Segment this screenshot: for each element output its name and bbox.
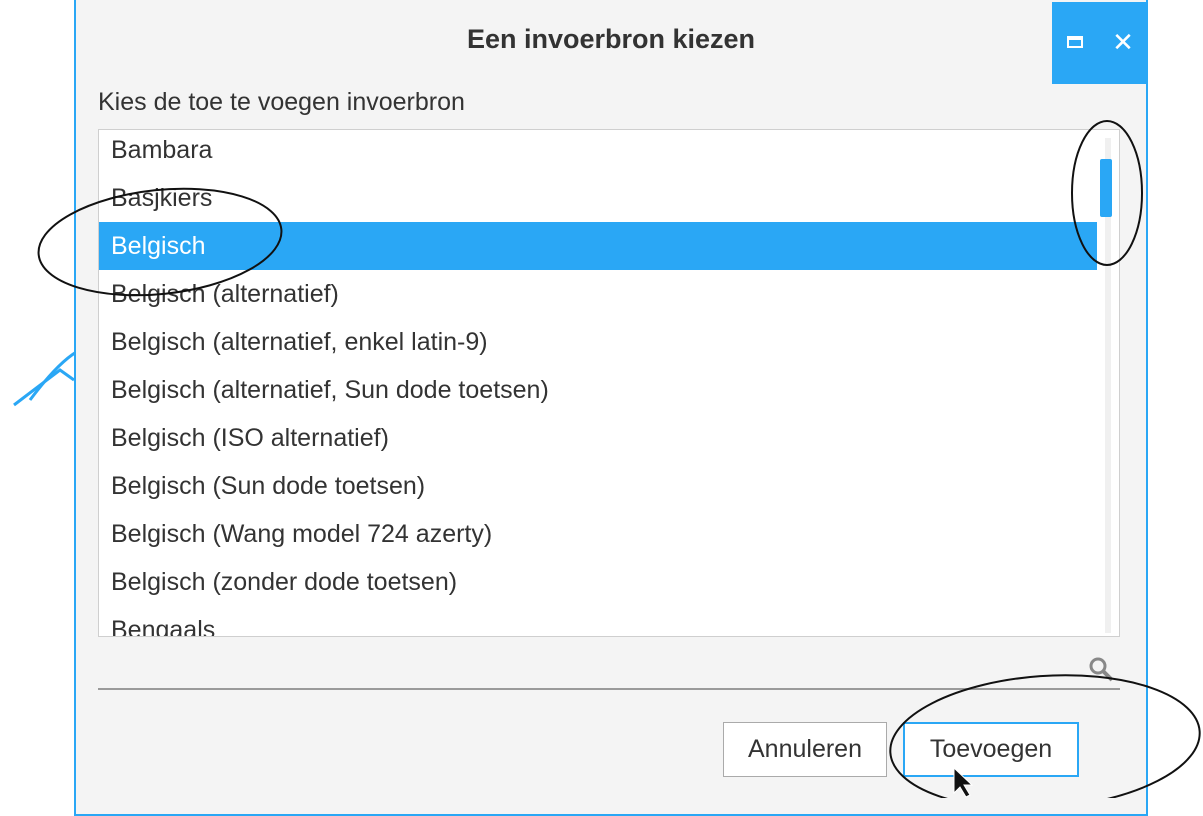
- list-item[interactable]: Belgisch: [99, 222, 1097, 270]
- search-icon: [1089, 657, 1114, 682]
- list-item[interactable]: Belgisch (Wang model 724 azerty): [99, 510, 1097, 558]
- close-button[interactable]: ✕: [1099, 2, 1146, 84]
- list-item[interactable]: Belgisch (alternatief): [99, 270, 1097, 318]
- maximize-icon: [1067, 36, 1083, 48]
- list-item[interactable]: Bambara: [99, 130, 1097, 174]
- dialog-prompt: Kies de toe te voegen invoerbron: [98, 88, 465, 116]
- list-item[interactable]: Basjkiers: [99, 174, 1097, 222]
- list-item[interactable]: Belgisch (alternatief, enkel latin-9): [99, 318, 1097, 366]
- input-source-dialog: Een invoerbron kiezen ✕ Kies de toe te v…: [74, 0, 1148, 816]
- list-item[interactable]: Bengaals: [99, 606, 1097, 636]
- list-item[interactable]: Belgisch (Sun dode toetsen): [99, 462, 1097, 510]
- list-item[interactable]: Belgisch (alternatief, Sun dode toetsen): [99, 366, 1097, 414]
- window-controls: ✕: [1052, 2, 1146, 84]
- input-source-list[interactable]: Bengaals Belgisch (zonder dode toetsen) Be…: [98, 129, 1120, 637]
- list-item[interactable]: Belgisch (zonder dode toetsen): [99, 558, 1097, 606]
- scrollbar-thumb[interactable]: [1100, 159, 1112, 217]
- cancel-button[interactable]: Annuleren: [723, 722, 887, 777]
- search-bar: [98, 650, 1120, 690]
- list-item[interactable]: Belgisch (ISO alternatief): [99, 414, 1097, 462]
- add-button[interactable]: Toevoegen: [903, 722, 1079, 777]
- search-input[interactable]: [98, 652, 1062, 688]
- dialog-title: Een invoerbron kiezen: [466, 24, 756, 54]
- close-icon: ✕: [1112, 27, 1134, 57]
- maximize-button[interactable]: [1052, 2, 1099, 84]
- title-bar[interactable]: Een invoerbron kiezen ✕: [76, 0, 1146, 86]
